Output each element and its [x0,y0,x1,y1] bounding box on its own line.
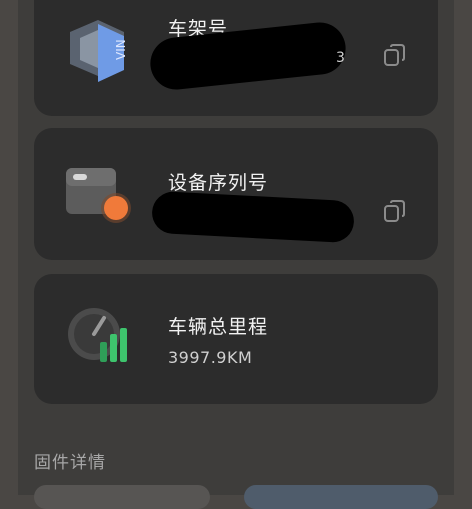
firmware-section-title: 固件详情 [34,453,106,473]
serial-card: 设备序列号 [34,128,438,260]
firmware-item-left[interactable] [34,485,210,509]
vin-icon: VIN [64,14,130,88]
mileage-value: 3997.9KM [168,348,253,367]
mileage-card: 车辆总里程 3997.9KM [34,274,438,404]
device-icon [64,164,134,230]
copy-icon[interactable] [382,198,408,224]
device-info-screen: VIN 车架号 3 设备序列号 车辆总里程 3997.9KM 固件详情 [18,0,454,509]
serial-redaction [151,190,355,244]
vin-card: VIN 车架号 3 [34,0,438,116]
serial-title: 设备序列号 [168,172,269,194]
vin-icon-text: VIN [114,39,128,60]
vin-value-suffix: 3 [336,50,345,66]
copy-icon[interactable] [382,42,408,68]
gauge-icon [64,304,136,370]
firmware-item-right[interactable] [244,485,438,509]
mileage-title: 车辆总里程 [168,316,269,338]
